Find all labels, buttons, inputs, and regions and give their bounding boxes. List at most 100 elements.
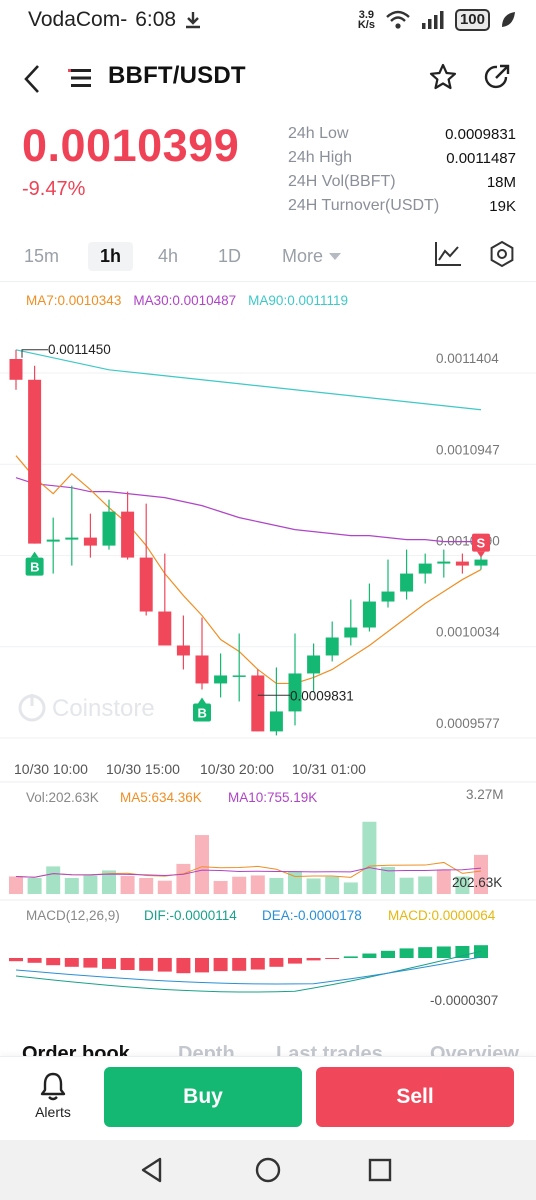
share-icon[interactable] — [482, 62, 512, 92]
macd-histogram-bar — [64, 958, 79, 967]
action-bar: Alerts Buy Sell — [0, 1056, 536, 1140]
macd-value-label: MACD:0.0000064 — [388, 908, 496, 923]
candle-body — [28, 379, 42, 544]
candle-body — [474, 559, 488, 566]
tab-1d[interactable]: 1D — [206, 242, 253, 271]
star-icon[interactable] — [428, 62, 458, 92]
buy-button[interactable]: Buy — [104, 1067, 302, 1127]
x-tick-label: 10/31 01:00 — [292, 761, 366, 777]
candle-body — [455, 561, 469, 566]
candle-body — [325, 637, 339, 656]
back-icon[interactable] — [18, 62, 48, 96]
sell-marker-label: S — [477, 536, 486, 551]
tab-15m[interactable]: 15m — [12, 242, 71, 271]
macd-dif-label: DIF:-0.0000114 — [144, 908, 237, 923]
y-tick-label: 0.0010947 — [436, 442, 500, 457]
candle-body — [83, 537, 97, 546]
macd-histogram-bar — [343, 956, 358, 958]
stat-24h-low: 24h Low 0.0009831 — [288, 125, 516, 143]
bell-icon — [40, 1072, 66, 1101]
tab-4h[interactable]: 4h — [146, 242, 190, 271]
buy-marker-pointer — [198, 697, 206, 704]
sell-marker-pointer — [477, 551, 485, 558]
x-tick-label: 10/30 15:00 — [106, 761, 180, 777]
volume-label: Vol:202.63K — [26, 790, 99, 805]
alerts-button[interactable]: Alerts — [30, 1071, 76, 1120]
volume-bar — [139, 877, 154, 894]
macd-histogram-bar — [83, 958, 98, 968]
macd-axis-label: -0.0000307 — [430, 993, 498, 1008]
low-price-label: 0.0009831 — [290, 688, 354, 703]
chevron-down-icon — [329, 253, 342, 260]
system-nav-bar — [0, 1140, 536, 1200]
clock: 6:08 — [135, 8, 177, 31]
signal-icon — [421, 11, 444, 29]
candle-body — [381, 591, 395, 602]
volume-bar — [325, 876, 340, 894]
stat-24h-high: 24h High 0.0011487 — [288, 149, 516, 167]
volume-max-label: 3.27M — [466, 787, 504, 802]
macd-histogram-bar — [27, 958, 42, 963]
download-icon — [186, 12, 201, 29]
volume-bar — [176, 863, 191, 894]
tab-more-label: More — [282, 246, 324, 266]
ma7-line — [15, 455, 482, 685]
x-tick-label: 10/30 10:00 — [14, 761, 88, 777]
recents-nav-icon[interactable] — [364, 1154, 396, 1186]
candle-body — [176, 645, 190, 656]
wifi-icon — [386, 10, 410, 29]
candle-body — [269, 711, 283, 732]
home-nav-icon[interactable] — [252, 1154, 284, 1186]
macd-histogram-bar — [120, 958, 135, 970]
macd-histogram-bar — [269, 958, 284, 967]
tab-1h[interactable]: 1h — [88, 242, 134, 271]
volume-bar — [195, 835, 209, 894]
stat-24h-vol: 24H Vol(BBFT) 18M — [288, 173, 516, 191]
back-nav-icon[interactable] — [136, 1154, 168, 1186]
pair-title[interactable]: BBFT/USDT — [108, 62, 246, 90]
header: BBFT/USDT — [0, 50, 536, 108]
macd-histogram-bar — [195, 958, 209, 973]
price-change: -9.47% — [22, 178, 86, 200]
candle-body — [102, 511, 116, 546]
price-chart[interactable]: 0.00114040.00109470.00104900.00100340.00… — [0, 282, 536, 1022]
volume-bar — [343, 882, 358, 894]
macd-histogram-bar — [157, 958, 172, 972]
volume-bar — [399, 877, 414, 894]
ma30-line — [15, 477, 481, 543]
leaf-icon — [502, 12, 515, 27]
volume-bar — [232, 876, 247, 894]
macd-histogram-bar — [102, 958, 116, 969]
macd-histogram-bar — [418, 947, 433, 958]
candle-body — [121, 511, 135, 558]
volume-bar — [46, 866, 61, 894]
volume-bar — [436, 869, 451, 894]
macd-histogram-bar — [288, 958, 302, 964]
macd-histogram-bar — [9, 958, 23, 962]
carrier-name: VodaCom- — [28, 8, 128, 31]
menu-icon[interactable] — [68, 66, 94, 90]
candle-body — [232, 675, 246, 677]
candle-body — [158, 611, 172, 646]
macd-histogram-bar — [381, 950, 395, 958]
macd-histogram-bar — [399, 948, 414, 958]
volume-bar — [213, 880, 228, 894]
sell-button[interactable]: Sell — [316, 1067, 514, 1127]
tab-more[interactable]: More — [270, 242, 353, 271]
candle-body — [9, 359, 23, 380]
candle-body — [139, 557, 153, 612]
indicator-chart-icon[interactable] — [434, 240, 462, 268]
volume-bar — [418, 876, 433, 894]
settings-hexagon-icon[interactable] — [488, 240, 516, 268]
candle-body — [418, 563, 432, 574]
volume-bar — [269, 877, 284, 894]
candle-body — [307, 655, 321, 674]
stat-24h-turnover: 24H Turnover(USDT) 19K — [288, 197, 516, 215]
macd-histogram-bar — [306, 958, 321, 961]
macd-histogram-bar — [232, 958, 247, 971]
macd-dea-label: DEA:-0.0000178 — [262, 908, 362, 923]
last-price: 0.0010399 — [22, 120, 240, 171]
macd-title: MACD(12,26,9) — [26, 908, 120, 923]
macd-histogram-bar — [325, 958, 340, 959]
alerts-label: Alerts — [35, 1104, 71, 1120]
